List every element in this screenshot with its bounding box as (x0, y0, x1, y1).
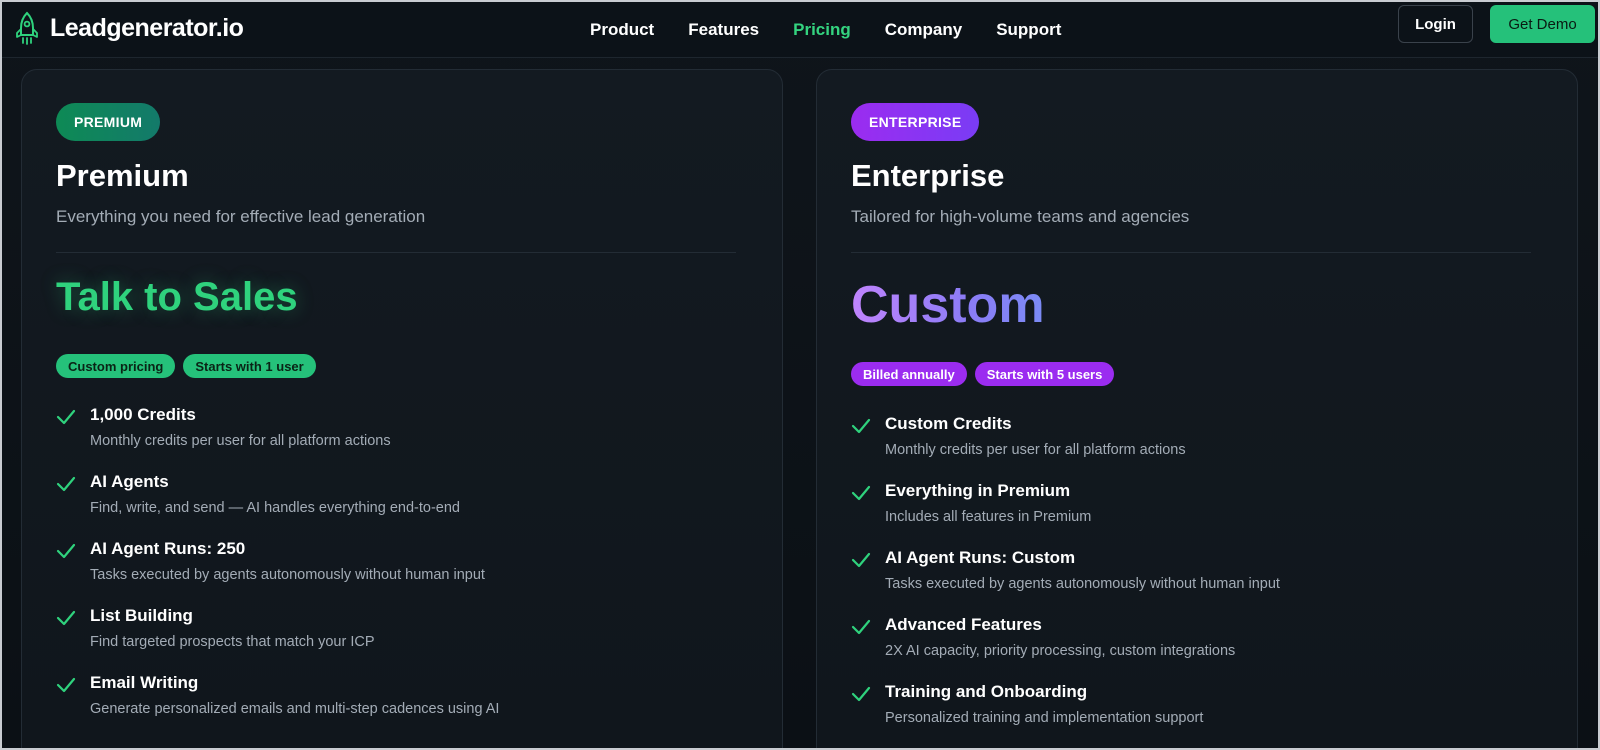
feature-description: Generate personalized emails and multi-s… (90, 701, 500, 717)
enterprise-pill-users: Starts with 5 users (974, 362, 1115, 386)
list-item: Everything in Premium Includes all featu… (851, 481, 1541, 548)
list-item: AI Agent Runs: Custom Tasks executed by … (851, 548, 1541, 615)
list-item: List Building Find targeted prospects th… (56, 606, 746, 673)
premium-feature-list: 1,000 Credits Monthly credits per user f… (56, 405, 746, 740)
enterprise-price: Custom (851, 276, 1045, 334)
feature-description: Monthly credits per user for all platfor… (90, 433, 391, 449)
enterprise-tier-badge: ENTERPRISE (851, 103, 980, 141)
brand-name: Leadgenerator.io (50, 13, 244, 42)
list-item: Email Writing Generate personalized emai… (56, 673, 746, 740)
nav-product[interactable]: Product (590, 20, 654, 40)
enterprise-divider (851, 252, 1531, 253)
brand-logo[interactable]: Leadgenerator.io (14, 8, 244, 48)
feature-title: 1,000 Credits (90, 405, 196, 424)
list-item: AI Agent Runs: 250 Tasks executed by age… (56, 539, 746, 606)
feature-title: AI Agent Runs: 250 (90, 539, 246, 558)
nav-features[interactable]: Features (688, 20, 759, 40)
feature-title: List Building (90, 606, 193, 625)
premium-plan-name: Premium (56, 158, 189, 193)
enterprise-plan-name: Enterprise (851, 158, 1005, 193)
enterprise-plan-card: ENTERPRISE Enterprise Tailored for high-… (816, 69, 1578, 748)
login-button[interactable]: Login (1398, 5, 1473, 43)
premium-tier-badge: PREMIUM (56, 103, 161, 141)
premium-price: Talk to Sales (56, 275, 298, 319)
list-item: AI Agents Find, write, and send — AI han… (56, 472, 746, 539)
enterprise-pills: Billed annually Starts with 5 users (851, 362, 1115, 386)
rocket-icon (16, 11, 38, 45)
feature-title: AI Agents (90, 472, 169, 491)
check-icon (56, 610, 76, 626)
feature-description: Includes all features in Premium (885, 509, 1092, 525)
enterprise-pill-billing: Billed annually (851, 362, 967, 386)
list-item: Training and Onboarding Personalized tra… (851, 682, 1541, 748)
premium-pill-users: Starts with 1 user (183, 354, 316, 378)
check-icon (56, 476, 76, 492)
check-icon (851, 552, 871, 568)
feature-title: Custom Credits (885, 414, 1012, 433)
nav-support[interactable]: Support (996, 20, 1061, 40)
feature-title: Email Writing (90, 673, 199, 692)
list-item: 1,000 Credits Monthly credits per user f… (56, 405, 746, 472)
list-item: Advanced Features 2X AI capacity, priori… (851, 615, 1541, 682)
feature-description: Find targeted prospects that match your … (90, 634, 375, 650)
get-demo-button[interactable]: Get Demo (1490, 5, 1595, 43)
check-icon (851, 418, 871, 434)
feature-description: Tasks executed by agents autonomously wi… (885, 576, 1280, 592)
check-icon (56, 409, 76, 425)
feature-description: Find, write, and send — AI handles every… (90, 500, 460, 516)
check-icon (851, 686, 871, 702)
nav-pricing[interactable]: Pricing (793, 20, 851, 40)
premium-plan-card: PREMIUM Premium Everything you need for … (21, 69, 783, 748)
main-nav: Product Features Pricing Company Support (590, 12, 1061, 48)
premium-plan-description: Everything you need for effective lead g… (56, 207, 426, 226)
premium-pills: Custom pricing Starts with 1 user (56, 354, 316, 378)
nav-company[interactable]: Company (885, 20, 962, 40)
check-icon (56, 543, 76, 559)
feature-description: 2X AI capacity, priority processing, cus… (885, 643, 1236, 659)
feature-title: Advanced Features (885, 615, 1042, 634)
check-icon (56, 677, 76, 693)
check-icon (851, 619, 871, 635)
enterprise-plan-description: Tailored for high-volume teams and agenc… (851, 207, 1190, 226)
feature-title: Everything in Premium (885, 481, 1071, 500)
feature-description: Personalized training and implementation… (885, 710, 1204, 726)
feature-description: Monthly credits per user for all platfor… (885, 442, 1186, 458)
top-navbar: Leadgenerator.io Product Features Pricin… (2, 2, 1598, 58)
feature-description: Tasks executed by agents autonomously wi… (90, 567, 485, 583)
enterprise-feature-list: Custom Credits Monthly credits per user … (851, 414, 1541, 748)
list-item: Custom Credits Monthly credits per user … (851, 414, 1541, 481)
premium-pill-custom-pricing: Custom pricing (56, 354, 176, 378)
check-icon (851, 485, 871, 501)
feature-title: Training and Onboarding (885, 682, 1088, 701)
page: Leadgenerator.io Product Features Pricin… (0, 0, 1600, 750)
feature-title: AI Agent Runs: Custom (885, 548, 1076, 567)
premium-divider (56, 252, 736, 253)
